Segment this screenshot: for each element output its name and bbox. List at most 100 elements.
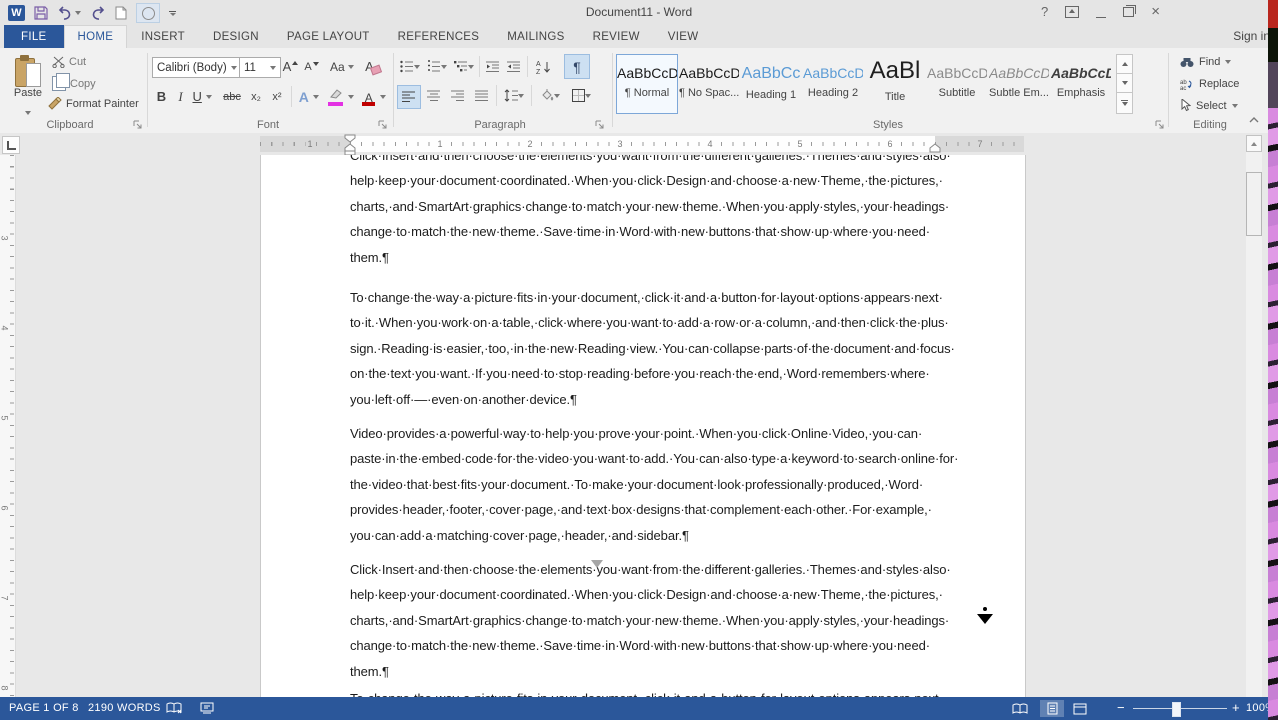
style-card-subtle-em[interactable]: AaBbCcDc Subtle Em...: [988, 54, 1050, 114]
format-painter-button[interactable]: Format Painter: [48, 97, 139, 110]
right-indent-marker-icon[interactable]: [929, 143, 941, 153]
proofing-status-icon[interactable]: [166, 702, 183, 715]
close-icon[interactable]: ×: [1151, 4, 1160, 20]
bullets-dropdown-icon[interactable]: [414, 64, 420, 69]
undo-button[interactable]: [57, 6, 81, 20]
styles-scroll-down-icon[interactable]: [1116, 73, 1133, 93]
document-page[interactable]: Click·Insert·and·then·choose·the·element…: [260, 155, 1026, 697]
select-button[interactable]: Select: [1180, 99, 1238, 112]
shading-button[interactable]: [535, 85, 563, 106]
word-count[interactable]: 2190 WORDS: [88, 702, 161, 714]
style-card-title[interactable]: AaBl Title: [864, 54, 926, 114]
tab-page-layout[interactable]: PAGE LAYOUT: [273, 25, 384, 48]
align-left-button[interactable]: [397, 85, 421, 109]
page-indicator[interactable]: PAGE 1 OF 8: [9, 702, 79, 714]
underline-dropdown-icon[interactable]: [205, 94, 212, 99]
redo-button[interactable]: [90, 6, 106, 20]
help-icon[interactable]: ?: [1041, 4, 1048, 20]
show-hide-formatting-button[interactable]: ¶: [564, 54, 590, 79]
web-layout-button[interactable]: [1068, 700, 1092, 717]
tab-design[interactable]: DESIGN: [199, 25, 273, 48]
justify-button[interactable]: [471, 85, 493, 107]
subscript-button[interactable]: x₂: [246, 86, 266, 107]
minimize-icon[interactable]: [1096, 16, 1107, 18]
shrink-font-button[interactable]: A: [302, 56, 321, 77]
paragraph-dialog-launcher-icon[interactable]: [595, 120, 605, 130]
bold-button[interactable]: B: [153, 86, 170, 107]
style-card-emphasis[interactable]: AaBbCcDc Emphasis: [1050, 54, 1112, 114]
customize-qat-icon[interactable]: [169, 10, 176, 16]
borders-button[interactable]: [566, 85, 596, 106]
sort-button[interactable]: AZ: [532, 56, 556, 77]
scrollbar-thumb[interactable]: [1246, 172, 1262, 236]
increase-indent-button[interactable]: [504, 56, 524, 77]
style-card-normal[interactable]: AaBbCcDc ¶ Normal: [616, 54, 678, 114]
font-color-dropdown-icon[interactable]: [379, 94, 386, 99]
text-effects-button[interactable]: A: [295, 86, 323, 107]
collapse-ribbon-icon[interactable]: [1248, 116, 1260, 124]
tab-file[interactable]: FILE: [4, 25, 64, 48]
line-spacing-dropdown-icon[interactable]: [518, 93, 524, 98]
tab-insert[interactable]: INSERT: [127, 25, 199, 48]
macro-status-icon[interactable]: [200, 702, 214, 714]
line-spacing-button[interactable]: [500, 85, 528, 106]
save-icon[interactable]: [34, 6, 48, 20]
paste-button[interactable]: Paste: [8, 55, 48, 120]
styles-more-icon[interactable]: [1116, 92, 1133, 114]
circle-tool-button[interactable]: [136, 3, 160, 23]
text-highlight-button[interactable]: [326, 86, 356, 107]
underline-button[interactable]: U: [190, 86, 214, 107]
strikethrough-button[interactable]: abc: [219, 86, 245, 107]
zoom-out-button[interactable]: −: [1117, 700, 1125, 715]
horizontal-ruler[interactable]: 1 1 2 3 4 5 6 7: [260, 134, 1024, 156]
paste-dropdown-icon[interactable]: [25, 111, 31, 115]
zoom-slider[interactable]: [1133, 702, 1227, 717]
tab-view[interactable]: VIEW: [654, 25, 713, 48]
superscript-button[interactable]: x²: [267, 86, 287, 107]
grow-font-button[interactable]: A: [281, 56, 300, 77]
font-color-button[interactable]: A: [359, 86, 389, 107]
font-name-combo[interactable]: Calibri (Body): [152, 57, 242, 78]
find-dropdown-icon[interactable]: [1225, 60, 1232, 64]
tab-home[interactable]: HOME: [63, 25, 128, 48]
sign-in-link[interactable]: Sign in: [1233, 29, 1270, 43]
highlight-dropdown-icon[interactable]: [348, 94, 355, 99]
font-dialog-launcher-icon[interactable]: [378, 120, 388, 130]
read-mode-button[interactable]: [1008, 700, 1032, 717]
multilevel-dropdown-icon[interactable]: [468, 64, 474, 69]
borders-dropdown-icon[interactable]: [584, 93, 591, 98]
style-card-subtitle[interactable]: AaBbCcD Subtitle: [926, 54, 988, 114]
restore-icon[interactable]: [1123, 5, 1137, 17]
undo-dropdown-icon[interactable]: [75, 11, 81, 15]
tab-references[interactable]: REFERENCES: [384, 25, 494, 48]
decrease-indent-button[interactable]: [483, 56, 503, 77]
clear-formatting-button[interactable]: A: [362, 56, 384, 77]
style-card-heading-1[interactable]: AaBbCc Heading 1: [740, 54, 802, 114]
vertical-ruler[interactable]: 3 4 5 6 7 8: [0, 155, 16, 697]
change-case-button[interactable]: Aa: [328, 56, 356, 77]
style-card-no-spac[interactable]: AaBbCcDc ¶ No Spac...: [678, 54, 740, 114]
font-size-combo[interactable]: 11: [239, 57, 281, 78]
replace-button[interactable]: ab ac Replace: [1180, 78, 1239, 90]
multilevel-list-button[interactable]: [452, 56, 476, 77]
clipboard-dialog-launcher-icon[interactable]: [133, 120, 143, 130]
tab-selector[interactable]: [2, 136, 20, 154]
style-card-heading-2[interactable]: AaBbCcD Heading 2: [802, 54, 864, 114]
italic-button[interactable]: I: [173, 86, 188, 107]
numbering-dropdown-icon[interactable]: [441, 64, 447, 69]
copy-button[interactable]: Copy: [52, 73, 96, 91]
font-name-dropdown-icon[interactable]: [231, 65, 237, 70]
vertical-scrollbar[interactable]: [1246, 135, 1262, 697]
find-button[interactable]: Find: [1180, 56, 1232, 68]
tab-review[interactable]: REVIEW: [579, 25, 654, 48]
align-center-button[interactable]: [423, 85, 445, 107]
shading-dropdown-icon[interactable]: [553, 93, 560, 98]
font-size-dropdown-icon[interactable]: [270, 65, 276, 70]
indent-markers-icon[interactable]: [344, 134, 356, 156]
tab-mailings[interactable]: MAILINGS: [493, 25, 578, 48]
print-layout-button[interactable]: [1040, 700, 1064, 717]
numbering-button[interactable]: [425, 56, 449, 77]
new-document-icon[interactable]: [115, 6, 127, 20]
select-dropdown-icon[interactable]: [1231, 103, 1238, 108]
styles-scroll-up-icon[interactable]: [1116, 54, 1133, 74]
